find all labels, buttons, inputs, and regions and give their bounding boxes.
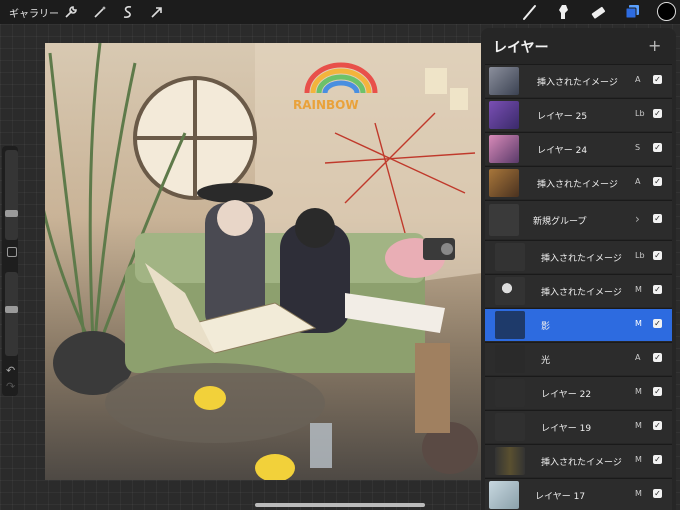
blend-mode[interactable]: M <box>635 421 642 430</box>
opacity-thumb[interactable] <box>5 306 18 313</box>
group-thumbnail <box>489 204 519 236</box>
visibility-checkbox[interactable]: ✓ <box>653 285 662 294</box>
layer-thumbnail <box>495 379 525 407</box>
layer-row[interactable]: 挿入されたイメージ A ✓ <box>485 64 672 97</box>
blend-mode[interactable]: A <box>635 177 640 186</box>
layer-thumbnail <box>489 101 519 129</box>
layer-row[interactable]: 光 A ✓ <box>485 342 672 375</box>
opacity-slider[interactable] <box>5 272 18 356</box>
visibility-checkbox[interactable]: ✓ <box>653 319 662 328</box>
layer-row[interactable]: レイヤー 24 S ✓ <box>485 132 672 165</box>
layer-row[interactable]: レイヤー 22 M ✓ <box>485 376 672 409</box>
brush-icon[interactable] <box>520 2 540 22</box>
brush-size-slider[interactable] <box>5 150 18 240</box>
layer-name: 挿入されたイメージ <box>537 78 618 88</box>
layer-thumbnail <box>489 67 519 95</box>
layer-name: レイヤー 22 <box>541 390 592 400</box>
visibility-checkbox[interactable]: ✓ <box>653 143 662 152</box>
visibility-checkbox[interactable]: ✓ <box>653 455 662 464</box>
undo-icon[interactable]: ↶ <box>6 364 15 377</box>
modify-button[interactable] <box>7 247 17 257</box>
visibility-checkbox[interactable]: ✓ <box>653 421 662 430</box>
layer-row[interactable]: レイヤー 19 M ✓ <box>485 410 672 443</box>
blend-mode[interactable]: S <box>635 143 640 152</box>
wrench-icon[interactable] <box>63 4 79 20</box>
layer-row[interactable]: レイヤー 25 Lb ✓ <box>485 98 672 131</box>
blend-mode[interactable]: M <box>635 387 642 396</box>
eraser-icon[interactable] <box>588 2 608 22</box>
layer-row[interactable]: 挿入されたイメージ Lb ✓ <box>485 240 672 273</box>
layer-row[interactable]: 挿入されたイメージ A ✓ <box>485 166 672 199</box>
add-layer-button[interactable]: + <box>648 36 661 55</box>
magic-wand-icon[interactable] <box>92 4 108 20</box>
home-indicator[interactable] <box>255 503 425 507</box>
layer-thumbnail <box>495 243 525 271</box>
visibility-checkbox[interactable]: ✓ <box>653 353 662 362</box>
layer-thumbnail <box>489 169 519 197</box>
layer-row[interactable]: レイヤー 17 M ✓ <box>485 478 672 510</box>
blend-mode[interactable]: M <box>635 319 642 328</box>
layer-name: 挿入されたイメージ <box>541 288 622 298</box>
layer-name: 挿入されたイメージ <box>541 458 622 468</box>
brush-size-thumb[interactable] <box>5 210 18 217</box>
layer-name: レイヤー 19 <box>541 424 592 434</box>
layer-name: 挿入されたイメージ <box>537 180 618 190</box>
blend-mode[interactable]: Lb <box>635 109 645 118</box>
layer-row-selected[interactable]: 影 M ✓ <box>485 308 672 341</box>
layers-panel-title: レイヤー <box>493 40 549 56</box>
layer-group-row[interactable]: 新規グループ › ✓ <box>485 200 672 239</box>
visibility-checkbox[interactable]: ✓ <box>653 177 662 186</box>
blend-mode[interactable]: M <box>635 455 642 464</box>
layer-thumbnail <box>495 413 525 441</box>
chevron-right-icon[interactable]: › <box>635 212 640 226</box>
layer-row[interactable]: 挿入されたイメージ M ✓ <box>485 444 672 477</box>
layer-name: 新規グループ <box>533 217 587 227</box>
visibility-checkbox[interactable]: ✓ <box>653 75 662 84</box>
visibility-checkbox[interactable]: ✓ <box>653 387 662 396</box>
drawing-canvas[interactable]: RAINBOW <box>45 43 482 480</box>
visibility-checkbox[interactable]: ✓ <box>653 251 662 260</box>
move-arrow-icon[interactable] <box>149 4 165 20</box>
layer-thumbnail <box>495 447 525 475</box>
left-sidebar: ↶ ↷ <box>2 146 18 396</box>
selection-icon[interactable] <box>120 4 136 20</box>
blend-mode[interactable]: A <box>635 353 640 362</box>
visibility-checkbox[interactable]: ✓ <box>653 109 662 118</box>
layer-thumbnail <box>495 345 525 373</box>
visibility-checkbox[interactable]: ✓ <box>653 489 662 498</box>
rainbow-sign: RAINBOW <box>293 98 359 112</box>
layer-name: 影 <box>541 322 551 332</box>
top-toolbar: ギャラリー <box>0 0 680 24</box>
blend-mode[interactable]: M <box>635 489 642 498</box>
layer-name: レイヤー 25 <box>537 112 588 122</box>
layers-icon[interactable] <box>622 2 642 22</box>
visibility-checkbox[interactable]: ✓ <box>653 214 662 223</box>
layer-name: レイヤー 24 <box>537 146 588 156</box>
layer-thumbnail <box>495 277 525 305</box>
layer-name: 挿入されたイメージ <box>541 254 622 264</box>
blend-mode[interactable]: Lb <box>635 251 645 260</box>
blend-mode[interactable]: M <box>635 285 642 294</box>
layer-row[interactable]: 挿入されたイメージ M ✓ <box>485 274 672 307</box>
layer-name: 光 <box>541 356 551 366</box>
layer-thumbnail <box>489 481 519 509</box>
redo-icon[interactable]: ↷ <box>6 380 15 393</box>
color-swatch[interactable] <box>657 2 676 21</box>
smudge-icon[interactable] <box>554 2 574 22</box>
layer-thumbnail <box>489 135 519 163</box>
gallery-button[interactable]: ギャラリー <box>9 5 59 20</box>
layer-name: レイヤー 17 <box>535 492 586 502</box>
blend-mode[interactable]: A <box>635 75 640 84</box>
layers-panel: レイヤー + 挿入されたイメージ A ✓ レイヤー 25 Lb ✓ レイヤー 2… <box>481 28 676 510</box>
layer-thumbnail <box>495 311 525 339</box>
artwork: RAINBOW <box>45 43 482 480</box>
